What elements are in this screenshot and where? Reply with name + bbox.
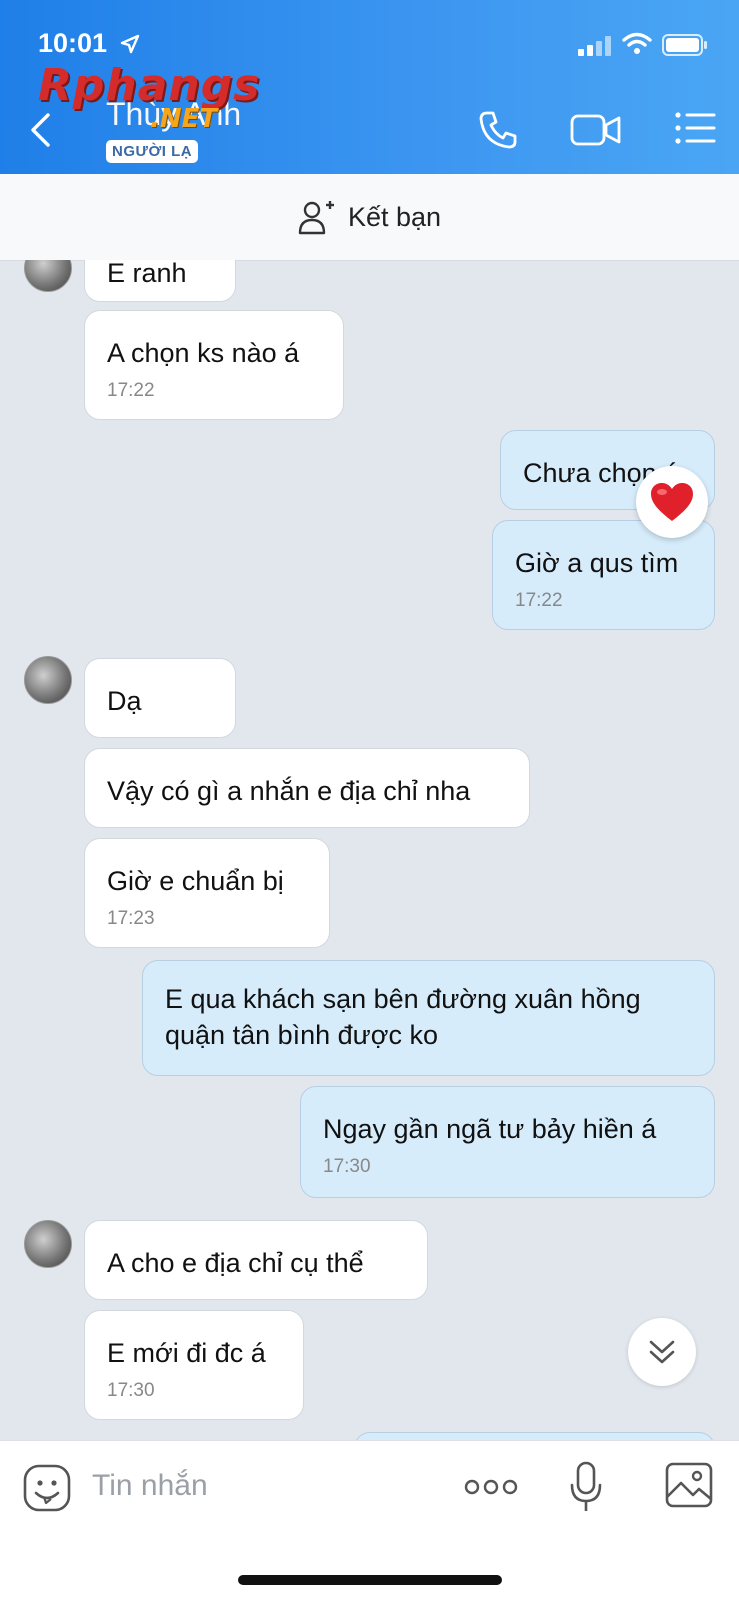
message-time: 17:30	[323, 1156, 371, 1177]
cellular-signal-icon	[578, 36, 611, 56]
message-text: Vậy có gì a nhắn e địa chỉ nha	[107, 776, 471, 806]
more-options-icon[interactable]	[464, 1475, 518, 1499]
heart-icon	[651, 483, 693, 521]
message-time: 17:22	[107, 380, 155, 401]
message-time: 17:30	[107, 1380, 155, 1401]
sticker-icon[interactable]	[22, 1463, 72, 1513]
video-call-icon[interactable]	[570, 110, 622, 150]
status-time: 10:01	[38, 28, 108, 58]
message-bubble-incoming[interactable]: E ranh	[84, 260, 236, 302]
message-list[interactable]: E ranh A chọn ks nào á 17:22 Chưa chọn á…	[0, 260, 739, 1440]
wifi-icon	[622, 32, 652, 54]
phone-call-icon[interactable]	[478, 110, 518, 150]
message-bubble-outgoing[interactable]: Ngay gần ngã tư bảy hiền á 17:30	[300, 1086, 715, 1198]
message-bubble-incoming[interactable]: Dạ	[84, 658, 236, 738]
avatar[interactable]	[24, 656, 72, 704]
chat-header: 10:01 Thùy Anh NGƯỜI LẠ Rphangs .NET	[0, 0, 739, 174]
watermark-suffix: .NET	[150, 104, 218, 134]
double-chevron-down-icon	[649, 1340, 675, 1364]
image-gallery-icon[interactable]	[664, 1461, 714, 1509]
stranger-badge: NGƯỜI LẠ	[106, 140, 199, 163]
message-text: Giờ e chuẩn bị	[107, 866, 284, 896]
message-text: E ranh	[107, 260, 187, 288]
message-text: E mới đi đc á	[107, 1338, 266, 1368]
message-text: E qua khách sạn bên đường xuân hồng quận…	[165, 984, 641, 1050]
message-bubble-incoming[interactable]: A chọn ks nào á 17:22	[84, 310, 344, 420]
menu-list-icon[interactable]	[674, 110, 716, 146]
message-time: 17:22	[515, 590, 563, 611]
message-bubble-outgoing[interactable]: E qua khách sạn bên đường xuân hồng quận…	[142, 960, 715, 1076]
watermark-logo: Rphangs .NET	[38, 60, 260, 134]
microphone-icon[interactable]	[568, 1461, 604, 1513]
location-arrow-icon	[120, 34, 140, 54]
avatar[interactable]	[24, 260, 72, 292]
back-chevron-icon[interactable]	[28, 112, 56, 148]
message-bubble-incoming[interactable]: A cho e địa chỉ cụ thể	[84, 1220, 428, 1300]
message-text: Giờ a qus tìm	[515, 548, 679, 578]
message-bubble-incoming[interactable]: E mới đi đc á 17:30	[84, 1310, 304, 1420]
add-friend-label: Kết bạn	[347, 201, 442, 232]
add-friend-button[interactable]: Kết bạn	[0, 174, 739, 261]
message-bubble-incoming[interactable]: Vậy có gì a nhắn e địa chỉ nha	[84, 748, 530, 828]
message-input[interactable]: Tin nhắn	[92, 1469, 208, 1503]
avatar[interactable]	[24, 1220, 72, 1268]
scroll-to-bottom-button[interactable]	[628, 1318, 696, 1386]
message-time: 17:23	[107, 908, 155, 929]
message-bubble-incoming[interactable]: Giờ e chuẩn bị 17:23	[84, 838, 330, 948]
message-text: Ngay gần ngã tư bảy hiền á	[323, 1114, 657, 1144]
message-text: A chọn ks nào á	[107, 338, 300, 368]
home-indicator	[238, 1575, 502, 1585]
message-text: Dạ	[107, 686, 142, 716]
battery-icon	[662, 34, 707, 56]
message-bubble-outgoing[interactable]	[354, 1432, 715, 1440]
heart-reaction[interactable]	[636, 466, 708, 538]
message-text: A cho e địa chỉ cụ thể	[107, 1248, 364, 1278]
add-friend-icon	[298, 201, 334, 235]
message-input-bar: Tin nhắn	[0, 1440, 739, 1601]
